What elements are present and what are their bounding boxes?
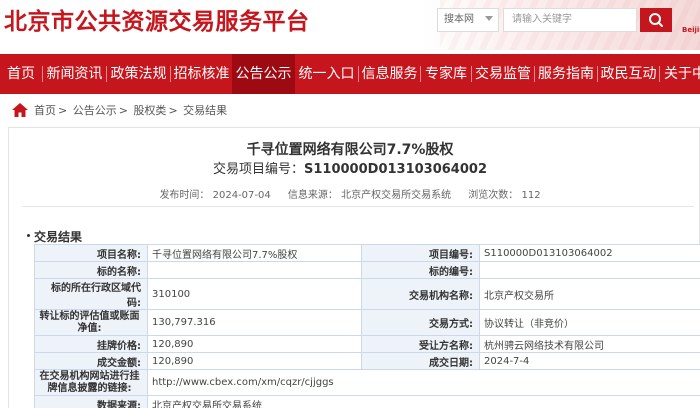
site-title[interactable]: 北京市公共资源交易服务平台 bbox=[4, 2, 310, 36]
table-row: 成交金额: 120,890 成交日期: 2024-7-4 bbox=[34, 352, 700, 370]
table-value bbox=[479, 261, 700, 279]
section-title: 交易结果 bbox=[26, 230, 83, 244]
nav-item-expert-db[interactable]: 专家库 bbox=[421, 54, 471, 94]
table-row: 标的名称: 标的编号: bbox=[34, 261, 700, 279]
table-key: 成交金额: bbox=[34, 352, 148, 370]
breadcrumb-equity[interactable]: 股权类 bbox=[133, 104, 166, 117]
nav-item-service-guide[interactable]: 服务指南 bbox=[535, 54, 597, 94]
breadcrumb-home[interactable]: 首页 bbox=[34, 104, 56, 117]
table-value: 杭州骋云网络技术有限公司 bbox=[479, 335, 700, 353]
search-scope-select[interactable]: 搜本网 bbox=[437, 8, 499, 32]
breadcrumb-separator: > bbox=[118, 104, 128, 117]
project-number-value: S110000D013103064002 bbox=[304, 162, 487, 177]
table-row: 标的所在行政区域代码: 310100 交易机构名称: 北京产权交易所 bbox=[34, 278, 700, 310]
table-key: 标的编号: bbox=[361, 261, 480, 279]
table-key: 项目编号: bbox=[361, 244, 480, 262]
beijing-badge: Beijin bbox=[682, 26, 700, 34]
search-box: 搜本网 请输入关键字 bbox=[437, 8, 677, 32]
table-key: 转让标的评估值或账面净值: bbox=[34, 309, 148, 336]
nav-item-bidding[interactable]: 招标核准 bbox=[171, 54, 232, 94]
table-row: 项目名称: 千寻位置网络有限公司7.7%股权 项目编号: S110000D013… bbox=[34, 244, 700, 262]
table-key: 项目名称: bbox=[34, 244, 148, 262]
listing-link[interactable]: http://www.cbex.com/xm/cqzr/cjjggs bbox=[147, 369, 700, 396]
page-title: 千寻位置网络有限公司7.7%股权 bbox=[246, 142, 454, 158]
table-key: 成交日期: bbox=[361, 352, 480, 370]
table-row: 转让标的评估值或账面净值: 130,797.316 交易方式: 协议转让（非竞价… bbox=[34, 309, 700, 336]
result-table: 项目名称: 千寻位置网络有限公司7.7%股权 项目编号: S110000D013… bbox=[34, 244, 700, 408]
table-row: 挂牌价格: 120,890 受让方名称: 杭州骋云网络技术有限公司 bbox=[34, 335, 700, 353]
search-scope-label: 搜本网 bbox=[444, 14, 474, 25]
table-value bbox=[147, 261, 362, 279]
info-source: 信息来源： 北京产权交易所交易系统 bbox=[287, 190, 452, 201]
table-key: 交易方式: bbox=[361, 309, 480, 336]
breadcrumb-current: 交易结果 bbox=[183, 104, 228, 117]
project-number-label: 交易项目编号： bbox=[213, 162, 305, 177]
article-meta: 发布时间： 2024-07-04 信息来源： 北京产权交易所交易系统 浏览次数：… bbox=[0, 186, 700, 201]
table-value: 310100 bbox=[147, 278, 362, 310]
table-value: 2024-7-4 bbox=[479, 352, 700, 370]
table-value: 120,890 bbox=[147, 335, 362, 353]
breadcrumb-announcements[interactable]: 公告公示 bbox=[73, 104, 117, 117]
nav-item-info-service[interactable]: 信息服务 bbox=[359, 54, 420, 94]
divider bbox=[22, 206, 694, 207]
table-value: 北京产权交易所交易系统 bbox=[147, 395, 700, 408]
home-icon[interactable] bbox=[12, 103, 28, 117]
table-value: 120,890 bbox=[147, 352, 362, 370]
nav-item-interaction[interactable]: 政民互动 bbox=[598, 54, 659, 94]
site-header: 北京市公共资源交易服务平台 搜本网 请输入关键字 Beijin bbox=[0, 0, 700, 50]
nav-item-unified-entry[interactable]: 统一入口 bbox=[295, 54, 358, 94]
table-key: 标的所在行政区域代码: bbox=[34, 278, 148, 310]
nav-item-home[interactable]: 首页 bbox=[0, 54, 42, 94]
table-key: 挂牌价格: bbox=[34, 335, 148, 353]
nav-item-policy[interactable]: 政策法规 bbox=[107, 54, 170, 94]
table-row: 在交易机构网站进行挂牌信息披露的链接: http://www.cbex.com/… bbox=[34, 369, 700, 396]
breadcrumb-separator: > bbox=[58, 104, 68, 117]
table-value: 协议转让（非竞价） bbox=[479, 309, 700, 336]
chevron-down-icon bbox=[485, 16, 493, 21]
nav-item-about[interactable]: 关于中 bbox=[660, 54, 700, 94]
main-nav: 首页 新闻资讯 政策法规 招标核准 公告公示 统一入口 信息服务 专家库 交易监… bbox=[0, 54, 700, 94]
table-value: S110000D013103064002 bbox=[479, 244, 700, 262]
table-key: 在交易机构网站进行挂牌信息披露的链接: bbox=[34, 369, 148, 396]
publish-time: 发布时间： 2024-07-04 bbox=[159, 190, 271, 201]
table-value: 千寻位置网络有限公司7.7%股权 bbox=[147, 244, 362, 262]
table-row: 数据来源: 北京产权交易所交易系统 bbox=[34, 395, 700, 408]
table-value: 130,797.316 bbox=[147, 309, 362, 336]
search-input[interactable]: 请输入关键字 bbox=[503, 8, 637, 32]
nav-item-announcements[interactable]: 公告公示 bbox=[232, 54, 295, 94]
view-count: 浏览次数： 112 bbox=[468, 190, 541, 201]
table-key: 受让方名称: bbox=[361, 335, 480, 353]
table-key: 交易机构名称: bbox=[361, 278, 480, 310]
table-value: 北京产权交易所 bbox=[479, 278, 700, 310]
search-icon bbox=[649, 13, 663, 27]
search-button[interactable] bbox=[640, 8, 672, 32]
project-number-line: 交易项目编号：S110000D013103064002 bbox=[0, 158, 700, 177]
nav-item-supervision[interactable]: 交易监管 bbox=[472, 54, 534, 94]
table-key: 标的名称: bbox=[34, 261, 148, 279]
nav-item-news[interactable]: 新闻资讯 bbox=[43, 54, 106, 94]
breadcrumb-separator: > bbox=[168, 104, 178, 117]
table-key: 数据来源: bbox=[34, 395, 148, 408]
